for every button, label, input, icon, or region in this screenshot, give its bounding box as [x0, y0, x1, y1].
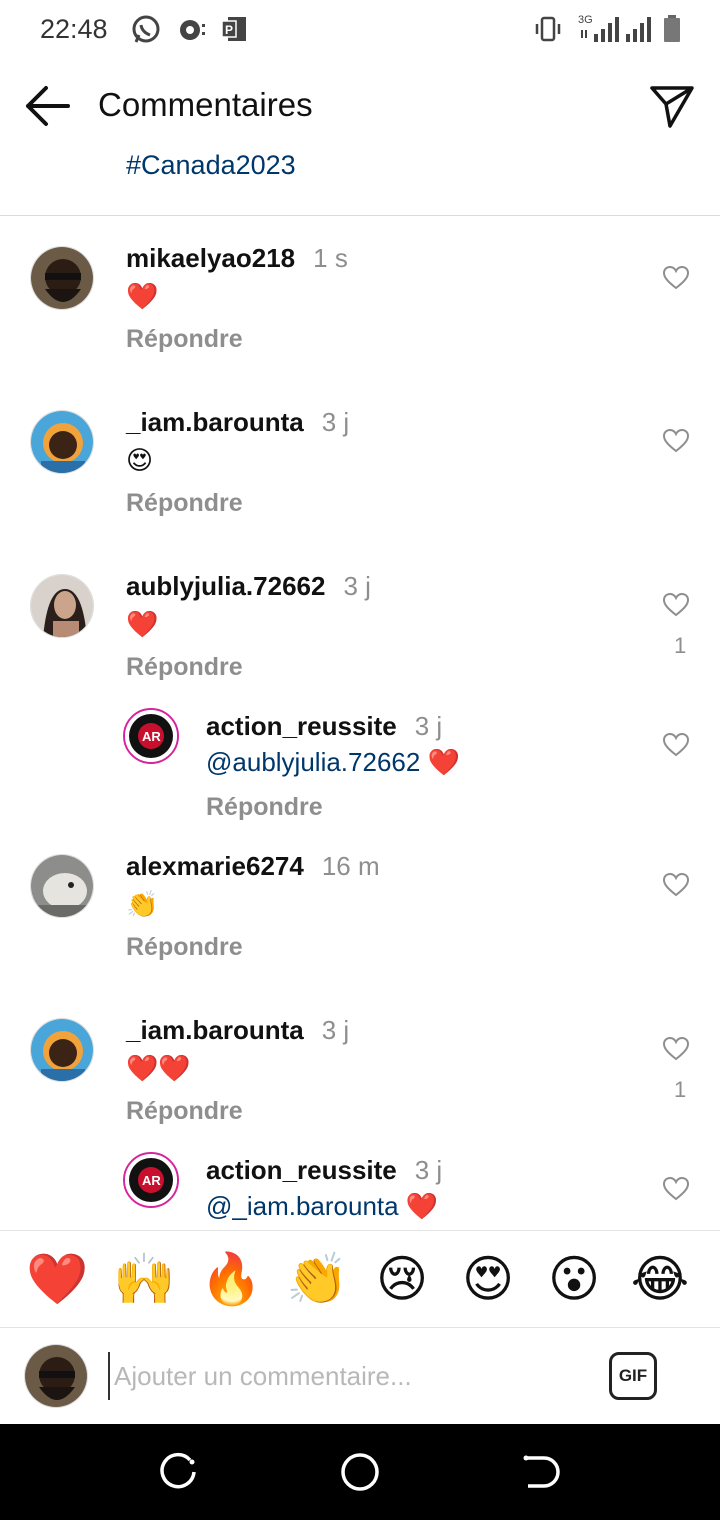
signal-icon	[626, 17, 651, 42]
reply-button[interactable]: Répondre	[126, 933, 243, 962]
like-count: 1	[674, 633, 687, 658]
comment-text: ❤️❤️	[126, 1053, 191, 1083]
vibrate-icon	[535, 16, 561, 42]
avatar[interactable]	[30, 854, 94, 918]
heart-outline-icon[interactable]	[663, 429, 689, 453]
signal-icon	[581, 17, 619, 42]
comment-input[interactable]	[108, 1352, 588, 1400]
comment-composer: GIF	[0, 1328, 720, 1424]
page-title: Commentaires	[98, 86, 313, 123]
status-time: 22:48	[40, 14, 108, 44]
svg-text:AR: AR	[142, 1173, 161, 1188]
reply-button[interactable]: Répondre	[126, 489, 243, 518]
avatar[interactable]: AR	[123, 708, 179, 764]
avatar[interactable]	[30, 1018, 94, 1082]
avatar[interactable]	[30, 410, 94, 474]
comment-username[interactable]: action_reussite 3 j	[206, 1155, 442, 1186]
comment-time: 3 j	[414, 711, 443, 741]
header-divider	[0, 215, 720, 216]
emoji-fire-button[interactable]: 🔥	[200, 1249, 262, 1309]
camera-icon	[180, 20, 205, 40]
powerpoint-icon: P	[221, 17, 246, 41]
whatsapp-icon	[132, 15, 160, 43]
emoji-heart-eyes-button[interactable]: 😍	[458, 1249, 518, 1309]
heart-outline-icon[interactable]	[663, 1177, 689, 1201]
reply-button[interactable]: Répondre	[126, 325, 243, 354]
comment-text: ❤️	[126, 281, 159, 311]
back-arrow-icon[interactable]	[22, 84, 76, 128]
recent-apps-icon[interactable]	[160, 1452, 200, 1492]
comment-time: 3 j	[414, 1155, 443, 1185]
svg-text:AR: AR	[142, 729, 161, 744]
comment-username[interactable]: _iam.barounta 3 j	[126, 1015, 349, 1046]
status-bar: 22:48 P 3G	[0, 0, 720, 62]
comment-text: ❤️	[126, 609, 159, 639]
like-count: 1	[674, 1077, 687, 1102]
comment-username[interactable]: _iam.barounta 3 j	[126, 407, 349, 438]
comment-time: 3 j	[343, 571, 371, 601]
header: Commentaires	[0, 62, 720, 152]
avatar[interactable]	[30, 246, 94, 310]
heart-outline-icon[interactable]	[663, 593, 689, 617]
comment-time: 1 s	[313, 243, 348, 273]
comment-time: 16 m	[321, 851, 380, 881]
reply-button[interactable]: Répondre	[126, 653, 243, 682]
comment-text: 👏	[126, 889, 159, 919]
reply-button[interactable]: Répondre	[206, 793, 323, 822]
heart-outline-icon[interactable]	[663, 266, 689, 290]
emoji-crying-button[interactable]: 😢	[372, 1249, 432, 1309]
svg-text:P: P	[225, 23, 233, 37]
heart-outline-icon[interactable]	[663, 1037, 689, 1061]
emoji-raising-hands-button[interactable]: 🙌	[113, 1249, 175, 1309]
comment-username[interactable]: action_reussite 3 j	[206, 711, 442, 742]
back-icon[interactable]	[520, 1452, 560, 1492]
heart-outline-icon[interactable]	[663, 733, 689, 757]
comment-text: @aublyjulia.72662 ❤️	[206, 747, 460, 777]
gif-button[interactable]: GIF	[609, 1352, 657, 1400]
current-user-avatar	[24, 1344, 88, 1408]
heart-outline-icon[interactable]	[663, 873, 689, 897]
comment-username[interactable]: aublyjulia.72662 3 j	[126, 571, 371, 602]
comment-username[interactable]: mikaelyao218 1 s	[126, 243, 348, 274]
comment-time: 3 j	[321, 407, 350, 437]
emoji-surprised-button[interactable]: 😮	[544, 1249, 604, 1309]
caption-hashtag[interactable]: #Canada2023	[126, 150, 296, 181]
system-navigation-bar	[0, 1424, 720, 1520]
battery-icon	[664, 15, 680, 42]
emoji-quick-bar: ❤️ 🙌 🔥 👏 😢 😍 😮 😂	[0, 1231, 720, 1327]
reply-button[interactable]: Répondre	[126, 1097, 243, 1126]
comment-text: @_iam.barounta ❤️	[206, 1191, 439, 1221]
comment-username[interactable]: alexmarie6274 16 m	[126, 851, 380, 882]
comment-text: 😍	[126, 445, 154, 475]
avatar[interactable]	[30, 574, 94, 638]
emoji-laughing-button[interactable]: 😂	[630, 1249, 690, 1309]
mention-link[interactable]: @aublyjulia.72662	[206, 747, 420, 777]
comment-time: 3 j	[321, 1015, 350, 1045]
direct-message-icon[interactable]	[648, 82, 696, 130]
mention-link[interactable]: @_iam.barounta	[206, 1191, 399, 1221]
avatar[interactable]: AR	[123, 1152, 179, 1208]
home-icon[interactable]	[340, 1452, 380, 1492]
emoji-heart-button[interactable]: ❤️	[26, 1249, 88, 1309]
emoji-clap-button[interactable]: 👏	[286, 1249, 348, 1309]
